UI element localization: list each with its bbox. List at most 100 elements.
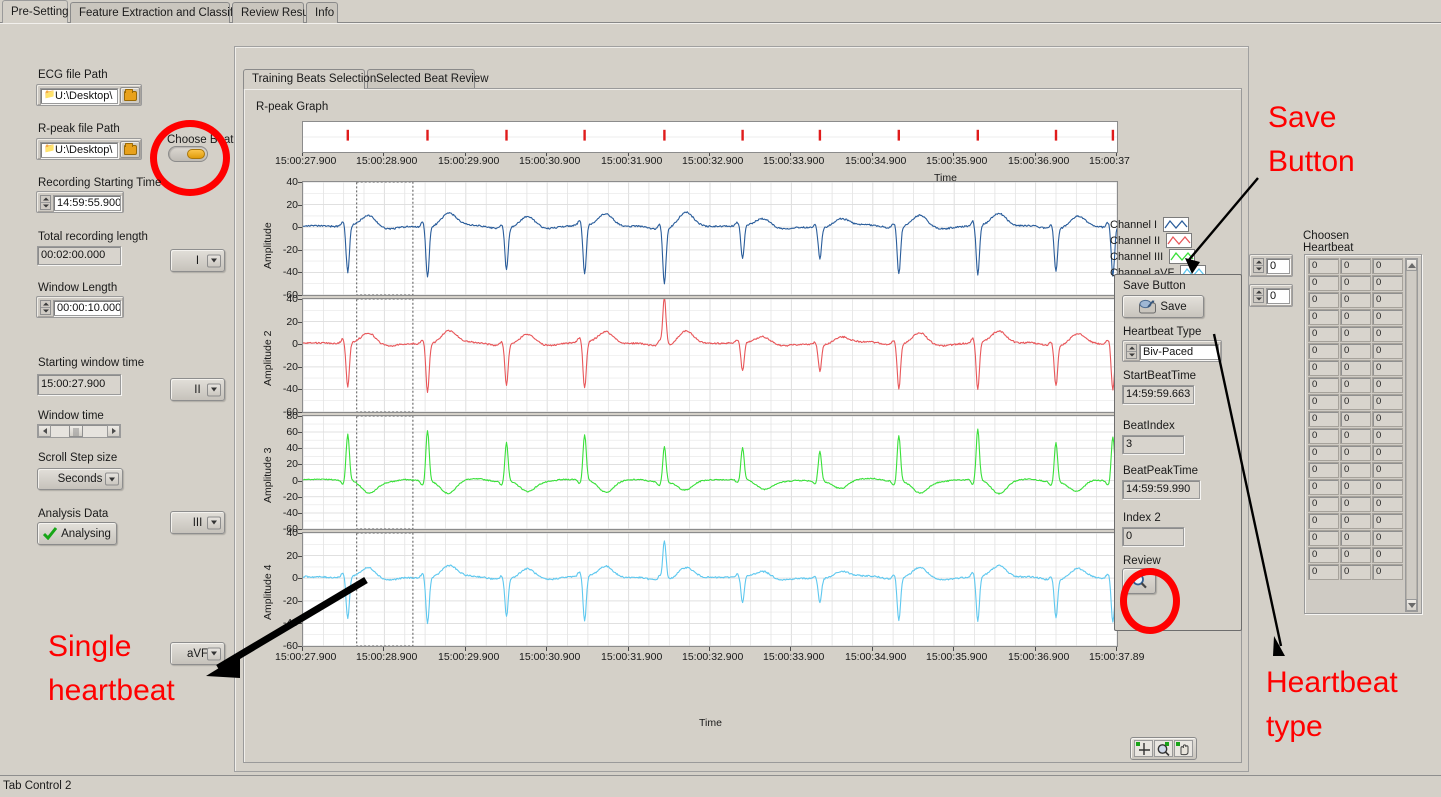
chevron-down-icon[interactable] [207,383,221,396]
choosen-heartbeat-cell[interactable]: 0 [1308,275,1339,291]
choosen-heartbeat-cell[interactable]: 0 [1340,292,1371,308]
choosen-heartbeat-cell[interactable]: 0 [1340,445,1371,461]
subtab-training-beats-selection[interactable]: Training Beats Selection [243,69,376,89]
channel-ring-4[interactable]: aVF [170,642,225,665]
channel-ring-2[interactable]: II [170,378,225,401]
scroll-up-arrow-icon[interactable] [1406,259,1417,271]
recording-start-input[interactable]: 14:59:55.900 [53,195,121,211]
choosen-heartbeat-cell[interactable]: 0 [1340,479,1371,495]
recording-start-control[interactable]: 14:59:55.900 [36,191,124,213]
channel-2-plot[interactable] [302,298,1118,413]
choosen-heartbeat-cell[interactable]: 0 [1308,309,1339,325]
scroll-right-arrow-icon[interactable] [107,425,120,437]
choosen-heartbeat-cell[interactable]: 0 [1372,428,1403,444]
crosshair-cursor-icon[interactable] [1134,740,1153,757]
choosen-heartbeat-cell[interactable]: 0 [1340,326,1371,342]
choosen-heartbeat-cell[interactable]: 0 [1372,258,1403,274]
tab-feature-extraction[interactable]: Feature Extraction and Classification [70,2,266,23]
choosen-heartbeat-cell[interactable]: 0 [1308,343,1339,359]
choosen-heartbeat-cell[interactable]: 0 [1340,411,1371,427]
choosen-heartbeat-cell[interactable]: 0 [1308,377,1339,393]
choosen-heartbeat-cell[interactable]: 0 [1340,496,1371,512]
legend-item-0[interactable]: Channel I [1110,217,1190,232]
window-length-control[interactable]: 00:00:10.000 [36,296,124,318]
save-button[interactable]: Save [1122,295,1204,318]
graph-tool-palette[interactable] [1130,737,1197,760]
index-spinner-2-control[interactable]: 0 [1249,284,1293,307]
choosen-heartbeat-cell[interactable]: 0 [1372,394,1403,410]
ecg-file-path-control[interactable]: U:\Desktop\ [36,84,142,106]
choosen-heartbeat-cell[interactable]: 0 [1308,394,1339,410]
choosen-heartbeat-cell[interactable]: 0 [1340,547,1371,563]
choosen-heartbeat-cell[interactable]: 0 [1372,360,1403,376]
channel-4-plot[interactable] [302,532,1118,647]
heartbeat-type-control[interactable]: Biv-Paced [1122,340,1222,362]
choosen-heartbeat-cell[interactable]: 0 [1372,326,1403,342]
heartbeat-type-spinner[interactable] [1126,344,1137,359]
choosen-heartbeat-cell[interactable]: 0 [1308,479,1339,495]
choosen-heartbeat-cell[interactable]: 0 [1372,513,1403,529]
choosen-heartbeat-scroll-track[interactable] [1406,271,1417,599]
choosen-heartbeat-cell[interactable]: 0 [1340,513,1371,529]
choosen-heartbeat-cell[interactable]: 0 [1308,547,1339,563]
index-spinner-1-input[interactable]: 0 [1266,258,1290,274]
choosen-heartbeat-cell[interactable]: 0 [1372,564,1403,580]
chevron-down-icon[interactable] [207,516,221,529]
choosen-heartbeat-cell[interactable]: 0 [1340,428,1371,444]
ecg-browse-button[interactable] [120,87,140,104]
legend-item-2[interactable]: Channel III [1110,249,1196,264]
choosen-heartbeat-cell[interactable]: 0 [1340,343,1371,359]
heartbeat-type-input[interactable]: Biv-Paced [1139,344,1219,360]
choosen-heartbeat-cell[interactable]: 0 [1308,428,1339,444]
window-time-scrollbar[interactable] [37,424,121,438]
choosen-heartbeat-cell[interactable]: 0 [1340,462,1371,478]
choosen-heartbeat-cell[interactable]: 0 [1372,547,1403,563]
choosen-heartbeat-cell[interactable]: 0 [1308,513,1339,529]
rpeak-strip-plot[interactable] [302,121,1118,153]
choosen-heartbeat-cell[interactable]: 0 [1340,530,1371,546]
choosen-heartbeat-cell[interactable]: 0 [1340,564,1371,580]
window-time-track[interactable] [51,425,107,437]
choosen-heartbeat-cell[interactable]: 0 [1372,445,1403,461]
choosen-heartbeat-cell[interactable]: 0 [1372,496,1403,512]
channel-3-plot[interactable] [302,415,1118,530]
choosen-heartbeat-cell[interactable]: 0 [1308,445,1339,461]
pan-hand-icon[interactable] [1174,740,1193,757]
choosen-heartbeat-cell[interactable]: 0 [1372,479,1403,495]
analysing-button[interactable]: Analysing [37,522,117,545]
ecg-file-path-input[interactable]: U:\Desktop\ [40,88,118,104]
choosen-heartbeat-cell[interactable]: 0 [1340,394,1371,410]
choosen-heartbeat-cell[interactable]: 0 [1308,496,1339,512]
choosen-heartbeat-cell[interactable]: 0 [1372,292,1403,308]
tab-review-result[interactable]: Review Result [232,2,315,23]
window-time-thumb[interactable] [69,425,83,437]
choosen-heartbeat-cell[interactable]: 0 [1308,564,1339,580]
choosen-heartbeat-cell[interactable]: 0 [1308,530,1339,546]
subtab-selected-beat-review[interactable]: Selected Beat Review [367,69,489,89]
window-length-input[interactable]: 00:00:10.000 [53,300,121,316]
scroll-left-arrow-icon[interactable] [38,425,51,437]
rpeak-browse-button[interactable] [120,141,140,158]
choosen-heartbeat-cell[interactable]: 0 [1308,326,1339,342]
choosen-heartbeat-cell[interactable]: 0 [1340,377,1371,393]
recording-start-spinner[interactable] [40,195,51,210]
choosen-heartbeat-array[interactable]: 0000000000000000000000000000000000000000… [1304,254,1422,614]
choosen-heartbeat-cell[interactable]: 0 [1340,275,1371,291]
choosen-heartbeat-grid[interactable]: 0000000000000000000000000000000000000000… [1308,258,1403,580]
tab-pre-setting[interactable]: Pre-Setting [2,0,69,23]
choosen-heartbeat-cell[interactable]: 0 [1372,411,1403,427]
channel-1-plot[interactable] [302,181,1118,296]
rpeak-file-path-input[interactable]: U:\Desktop\ [40,142,118,158]
index-spinner-1-arrows[interactable] [1253,258,1264,273]
index-spinner-2-input[interactable]: 0 [1266,288,1290,304]
choosen-heartbeat-cell[interactable]: 0 [1372,309,1403,325]
chevron-down-icon[interactable] [105,472,119,486]
channel-ring-3[interactable]: III [170,511,225,534]
choosen-heartbeat-cell[interactable]: 0 [1340,360,1371,376]
scroll-step-ring[interactable]: Seconds [37,468,123,490]
index-spinner-2-arrows[interactable] [1253,288,1264,303]
index-spinner-1-control[interactable]: 0 [1249,254,1293,277]
choosen-heartbeat-cell[interactable]: 0 [1372,462,1403,478]
window-length-spinner[interactable] [40,300,51,315]
chevron-down-icon[interactable] [207,254,221,267]
